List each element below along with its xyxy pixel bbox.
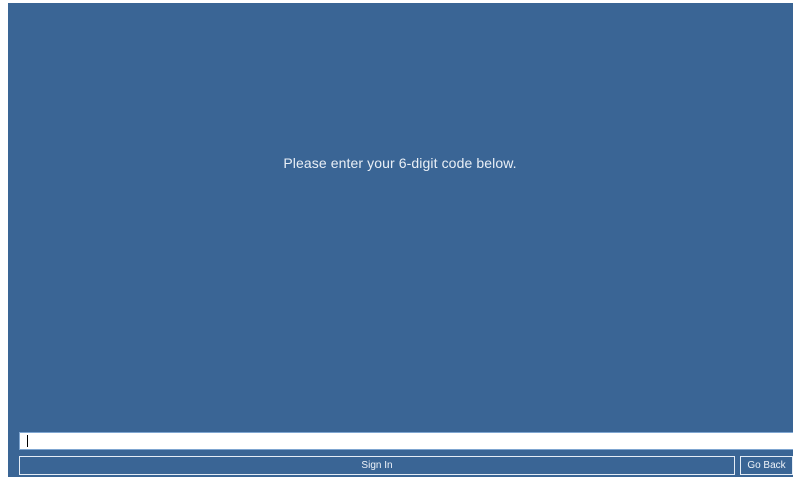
text-caret <box>27 435 28 447</box>
instruction-text: Please enter your 6-digit code below. <box>283 155 517 171</box>
go-back-button[interactable]: Go Back <box>740 456 793 475</box>
code-entry-panel <box>8 3 793 464</box>
code-input[interactable] <box>19 432 793 450</box>
sign-in-button[interactable]: Sign In <box>19 456 735 475</box>
